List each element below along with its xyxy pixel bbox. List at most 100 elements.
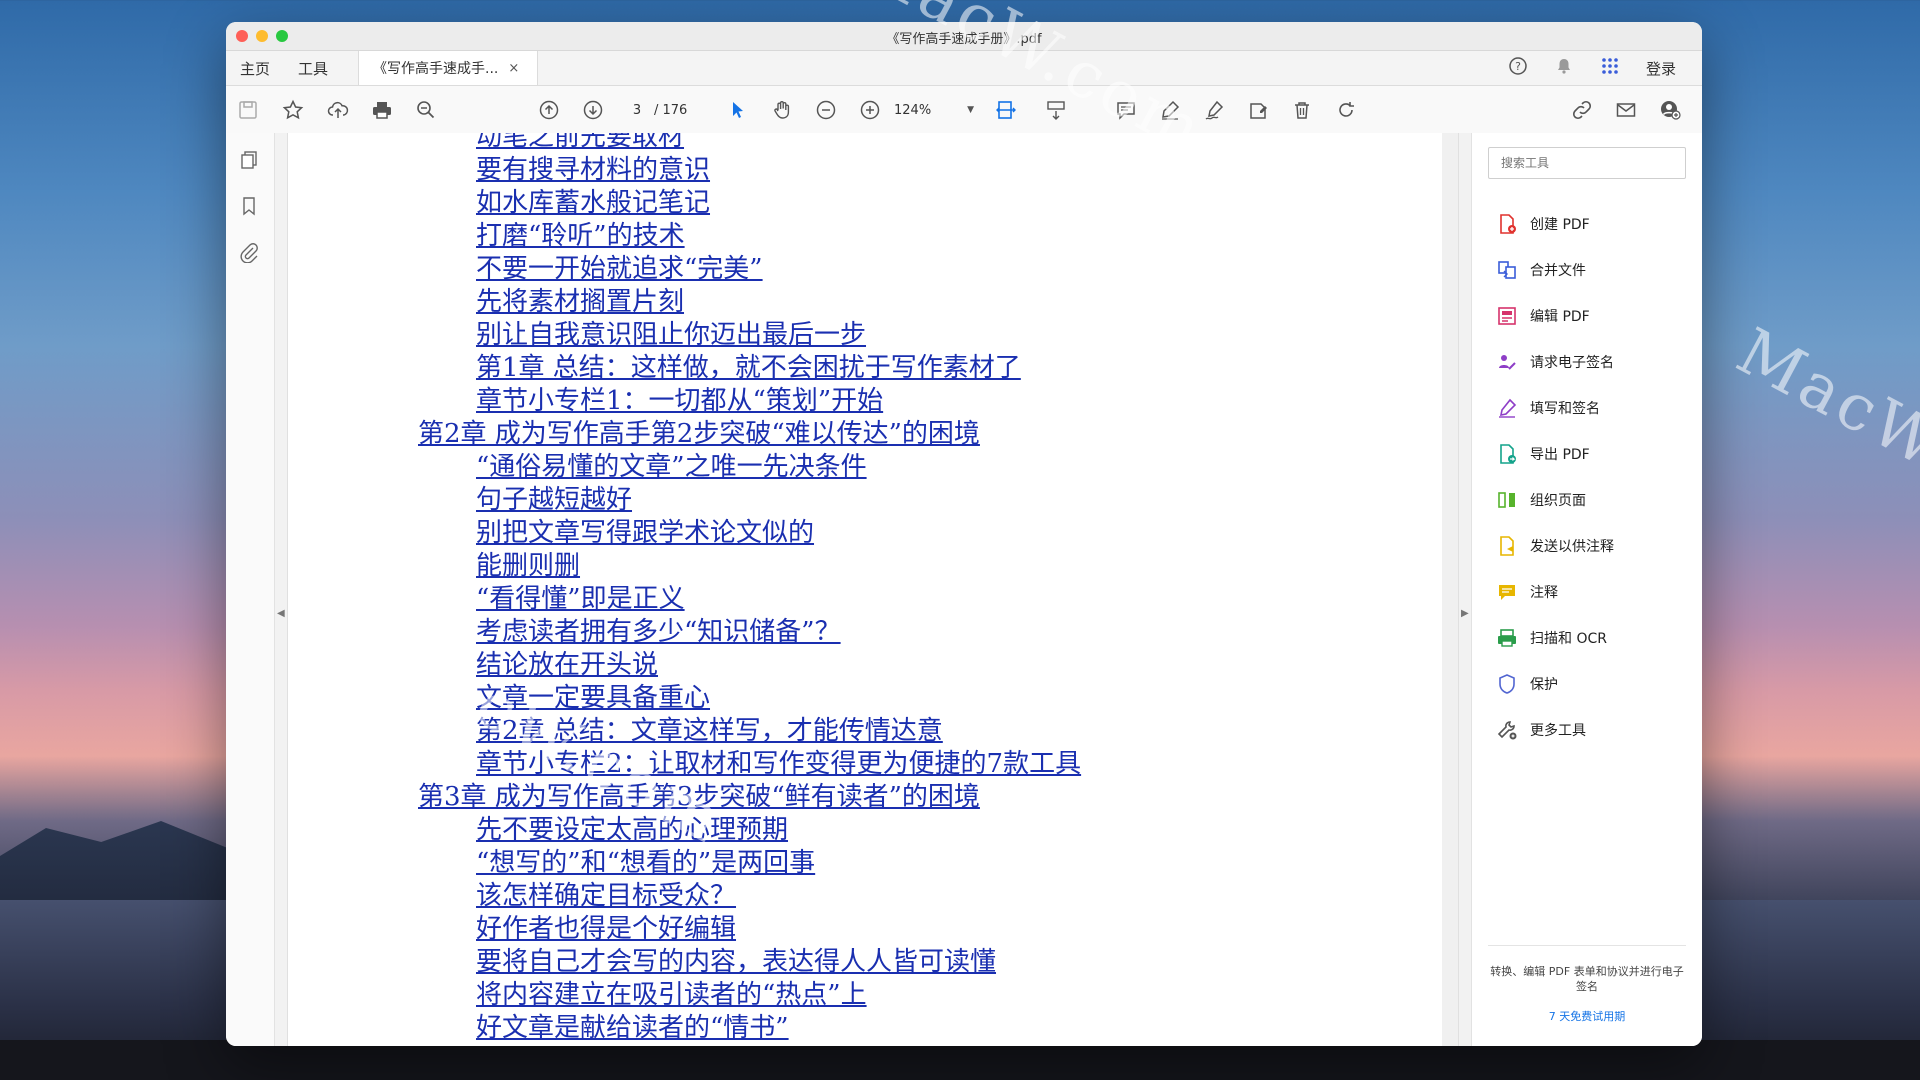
- print-icon[interactable]: [370, 98, 394, 122]
- toc-section-link[interactable]: 动笔之前先要取材: [476, 133, 1081, 154]
- send-comment-icon: [1496, 535, 1518, 557]
- sign-icon[interactable]: [1202, 98, 1226, 122]
- svg-text:?: ?: [1515, 60, 1521, 73]
- tool-item[interactable]: 更多工具: [1496, 707, 1614, 753]
- toc-section-link[interactable]: 文章一定要具备重心: [476, 682, 1081, 715]
- upload-cloud-icon[interactable]: [326, 98, 350, 122]
- tool-item[interactable]: 编辑 PDF: [1496, 293, 1614, 339]
- promo-text: 转换、编辑 PDF 表单和协议并进行电子签名: [1490, 965, 1684, 993]
- tool-item-label: 发送以供注释: [1530, 539, 1614, 555]
- nav-tools[interactable]: 工具: [284, 51, 342, 85]
- hand-tool-icon[interactable]: [770, 98, 794, 122]
- notification-bell-icon[interactable]: [1554, 56, 1574, 80]
- toc-section-link[interactable]: 考虑读者拥有多少“知识储备”？: [476, 616, 1081, 649]
- toc-section-link[interactable]: 将内容建立在吸引读者的“热点”上: [476, 979, 1081, 1012]
- previous-page-icon[interactable]: [537, 98, 561, 122]
- login-link[interactable]: 登录: [1646, 58, 1676, 79]
- zoom-search-icon[interactable]: [414, 98, 438, 122]
- protect-icon: [1496, 673, 1518, 695]
- tool-item-label: 请求电子签名: [1530, 355, 1614, 371]
- tool-item[interactable]: 发送以供注释: [1496, 523, 1614, 569]
- toc-section-link[interactable]: 章节小专栏2：让取材和写作变得更为便捷的7款工具: [476, 748, 1081, 781]
- title-bar: 《写作高手速成手册》.pdf: [226, 22, 1702, 51]
- main-toolbar: 3 / 176 124% ▼: [226, 86, 1702, 135]
- tool-item-label: 创建 PDF: [1530, 217, 1590, 233]
- add-comment-icon[interactable]: [1114, 98, 1138, 122]
- toc-section-link[interactable]: 能删则删: [476, 550, 1081, 583]
- tool-item-label: 编辑 PDF: [1530, 309, 1590, 325]
- toc-chapter-link[interactable]: 第2章 成为写作高手第2步突破“难以传达”的困境: [418, 418, 1081, 451]
- zoom-in-icon[interactable]: [858, 98, 882, 122]
- toc-section-link[interactable]: “通俗易懂的文章”之唯一先决条件: [476, 451, 1081, 484]
- toc-section-link[interactable]: 好作者也得是个好编辑: [476, 913, 1081, 946]
- free-trial-link[interactable]: 7 天免费试用期: [1488, 1008, 1686, 1024]
- zoom-select[interactable]: 124% ▼: [894, 98, 974, 122]
- tool-item[interactable]: 填写和签名: [1496, 385, 1614, 431]
- tool-item[interactable]: 保护: [1496, 661, 1614, 707]
- tool-item[interactable]: 导出 PDF: [1496, 431, 1614, 477]
- toc-chapter-link[interactable]: 第3章 成为写作高手第3步突破“鲜有读者”的困境: [418, 781, 1081, 814]
- export-pdf-icon: [1496, 443, 1518, 465]
- share-link-icon[interactable]: [1570, 98, 1594, 122]
- tool-item[interactable]: 请求电子签名: [1496, 339, 1614, 385]
- document-view[interactable]: 动笔之前先要取材 要有搜寻材料的意识 如水库蓄水般记笔记 打磨“聆听”的技术 不要一开始…: [288, 133, 1442, 1046]
- tool-item[interactable]: 合并文件: [1496, 247, 1614, 293]
- page-thumbnails-icon[interactable]: [238, 149, 262, 173]
- document-scroll-gutter[interactable]: [1442, 133, 1458, 1046]
- help-icon[interactable]: ?: [1508, 56, 1528, 80]
- toc-section-link[interactable]: 好文章是献给读者的“情书”: [476, 1012, 1081, 1045]
- tool-item[interactable]: 注释: [1496, 569, 1614, 615]
- email-icon[interactable]: [1614, 98, 1638, 122]
- toc-section-link[interactable]: 别让自我意识阻止你迈出最后一步: [476, 319, 1081, 352]
- highlight-pen-icon[interactable]: [1158, 98, 1182, 122]
- toc-section-link[interactable]: “想写的”和“想看的”是两回事: [476, 847, 1081, 880]
- content-area: ◀ 动笔之前先要取材 要有搜寻材料的意识 如水库蓄水般记笔记 打磨“聆听”的技术 不要一…: [226, 133, 1702, 1046]
- toc-section-link[interactable]: 如水库蓄水般记笔记: [476, 187, 1081, 220]
- left-panel-collapse-handle[interactable]: ◀: [275, 133, 288, 1046]
- next-page-icon[interactable]: [581, 98, 605, 122]
- apps-grid-icon[interactable]: [1600, 56, 1620, 80]
- toc-section-link[interactable]: 先不要设定太高的心理预期: [476, 814, 1081, 847]
- document-tab[interactable]: 《写作高手速成手... ×: [358, 51, 539, 85]
- toc-section-link[interactable]: 不要一开始就追求“完美”: [476, 253, 1081, 286]
- tool-item-label: 保护: [1530, 677, 1558, 693]
- toc-section-link[interactable]: “看得懂”即是正义: [476, 583, 1081, 616]
- toc-section-link[interactable]: 打磨“聆听”的技术: [476, 220, 1081, 253]
- scroll-mode-icon[interactable]: [1044, 98, 1068, 122]
- select-cursor-icon[interactable]: [726, 98, 750, 122]
- window-title: 《写作高手速成手册》.pdf: [886, 32, 1042, 47]
- toc-section-link[interactable]: 章节小专栏1：一切都从“策划”开始: [476, 385, 1081, 418]
- toc-section-link[interactable]: 要将自己才会写的内容，表达得人人皆可读懂: [476, 946, 1081, 979]
- toc-section-link[interactable]: 别把文章写得跟学术论文似的: [476, 517, 1081, 550]
- toc-section-link[interactable]: 第1章 总结：这样做，就不会困扰于写作素材了: [476, 352, 1081, 385]
- toc-section-link[interactable]: 先将素材搁置片刻: [476, 286, 1081, 319]
- bookmarks-icon[interactable]: [238, 195, 262, 219]
- save-icon[interactable]: [236, 98, 260, 122]
- tool-item[interactable]: 扫描和 OCR: [1496, 615, 1614, 661]
- toc-section-link[interactable]: 要有搜寻材料的意识: [476, 154, 1081, 187]
- tool-search-input[interactable]: [1488, 147, 1686, 179]
- right-panel-collapse-handle[interactable]: ▶: [1458, 133, 1471, 1046]
- edit-text-icon[interactable]: [1246, 98, 1270, 122]
- nav-home[interactable]: 主页: [226, 51, 284, 85]
- toc-section-link[interactable]: 句子越短越好: [476, 484, 1081, 517]
- close-tab-icon[interactable]: ×: [508, 61, 519, 76]
- page-number-input[interactable]: 3: [622, 98, 652, 122]
- zoom-out-icon[interactable]: [814, 98, 838, 122]
- bookmark-star-icon[interactable]: [281, 98, 305, 122]
- tool-item[interactable]: 组织页面: [1496, 477, 1614, 523]
- tool-item-label: 组织页面: [1530, 493, 1586, 509]
- add-user-icon[interactable]: [1658, 98, 1682, 122]
- attachments-icon[interactable]: [238, 241, 262, 265]
- header-right: ? 登录: [1508, 51, 1676, 85]
- toc-section-link[interactable]: 结论放在开头说: [476, 649, 1081, 682]
- toc-section-link[interactable]: 第2章 总结：文章这样写，才能传情达意: [476, 715, 1081, 748]
- toc-section-link[interactable]: 该怎样确定目标受众？: [476, 880, 1081, 913]
- rotate-icon[interactable]: [1334, 98, 1358, 122]
- chevron-right-icon: ▶: [1461, 608, 1469, 619]
- watermark-text: MacW.com: [1724, 314, 1920, 560]
- fit-page-icon[interactable]: [994, 98, 1018, 122]
- delete-trash-icon[interactable]: [1290, 98, 1314, 122]
- table-of-contents: 动笔之前先要取材 要有搜寻材料的意识 如水库蓄水般记笔记 打磨“聆听”的技术 不要一开始…: [418, 133, 1081, 1045]
- tool-item[interactable]: 创建 PDF: [1496, 201, 1614, 247]
